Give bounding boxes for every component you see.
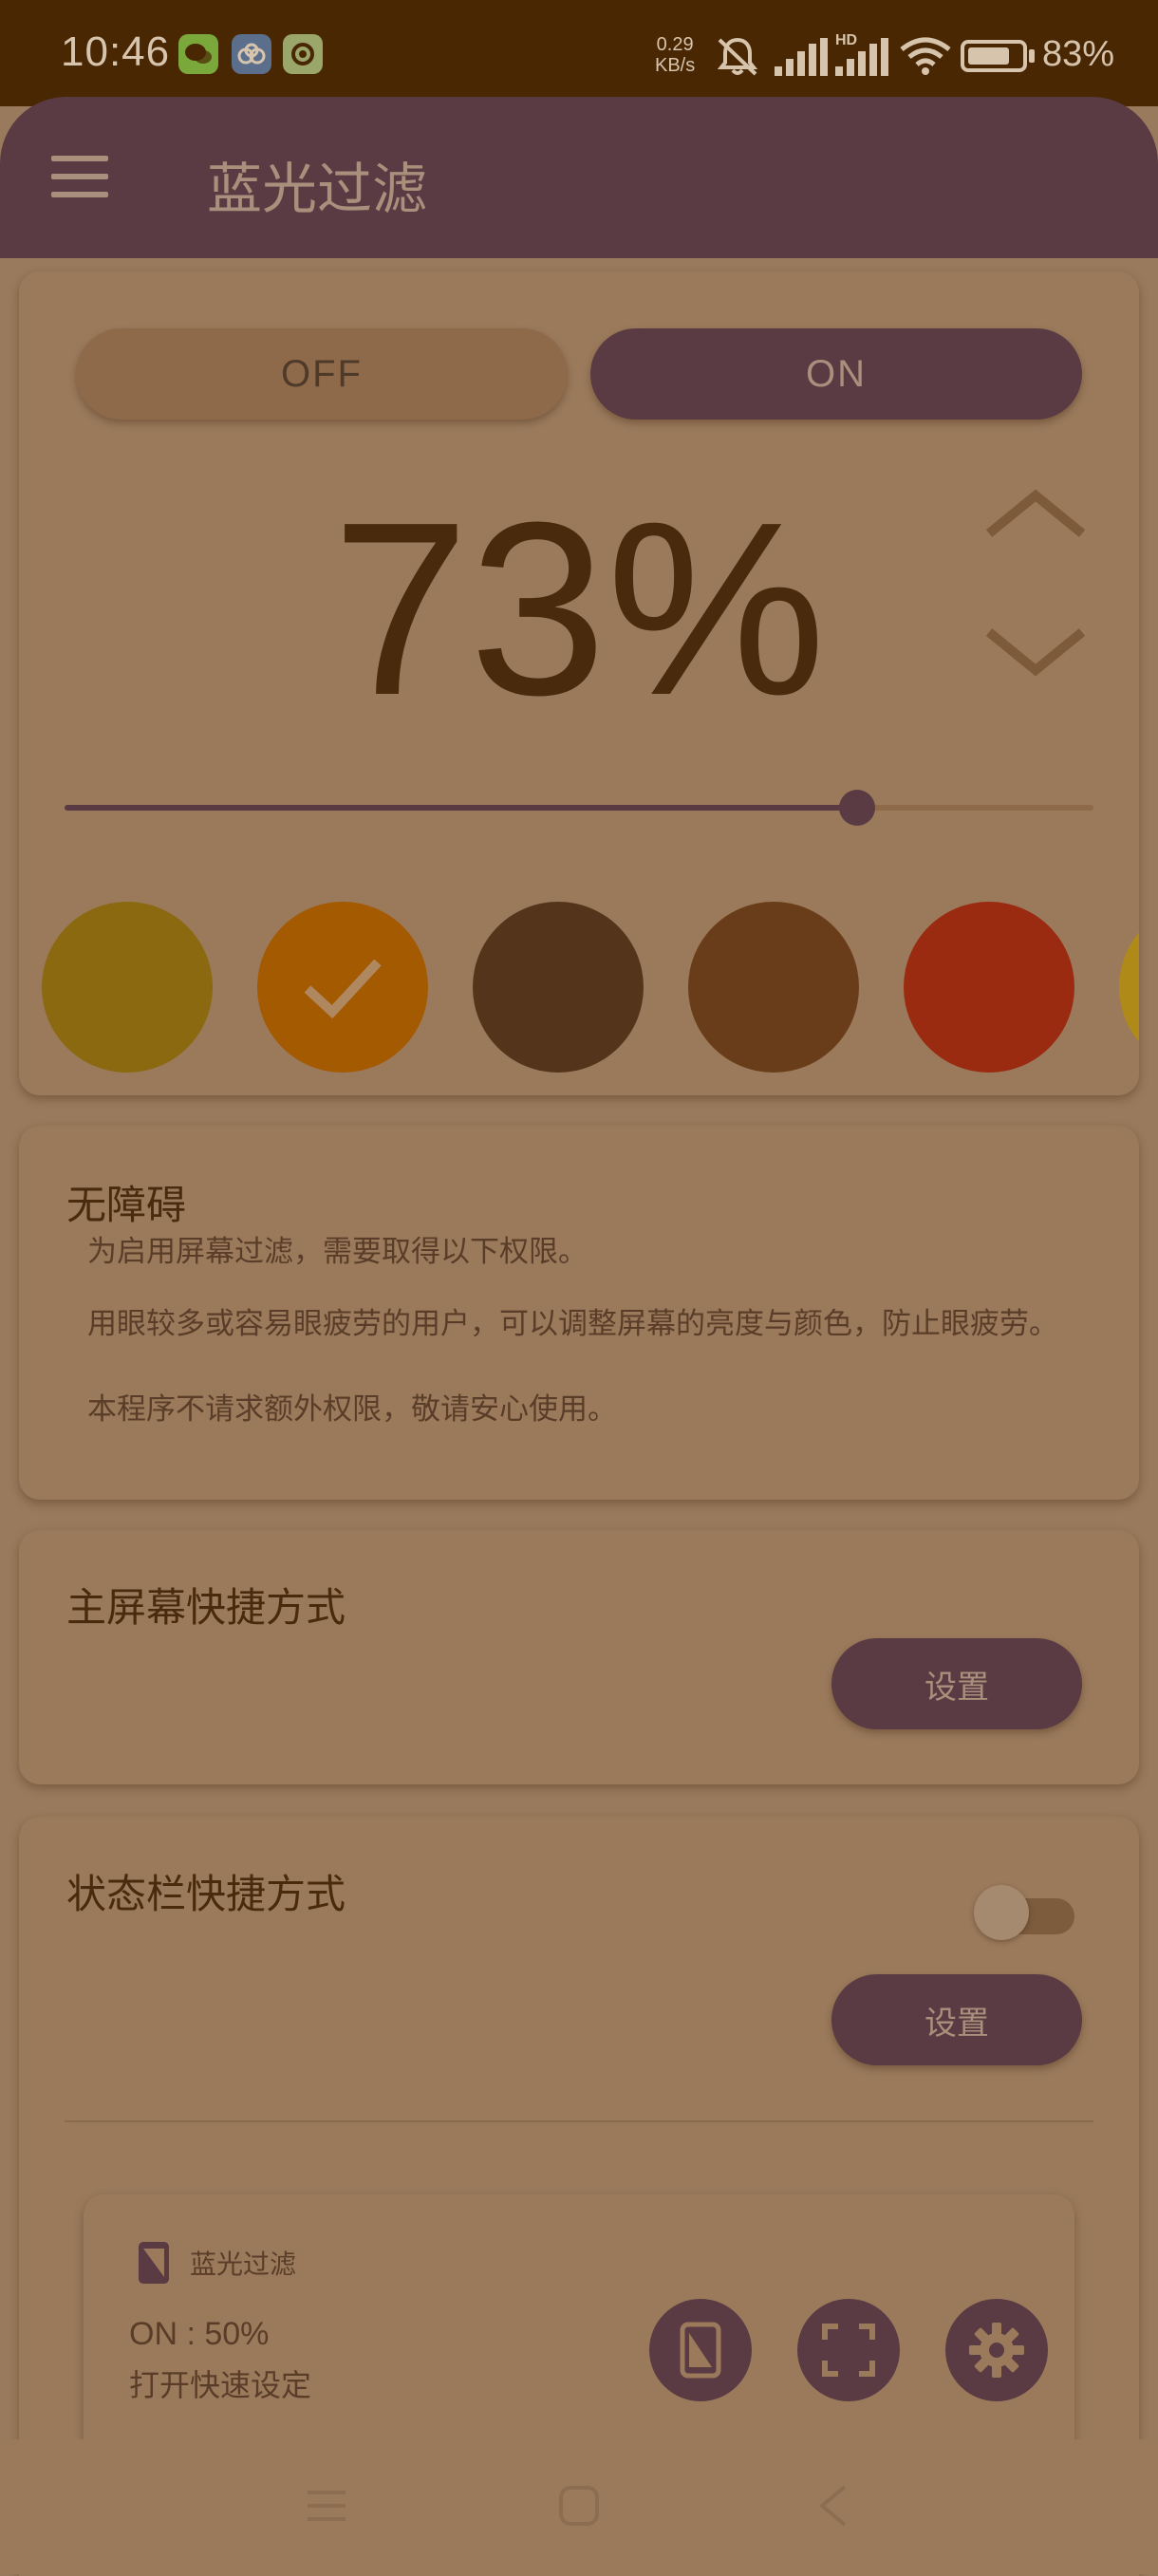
accessibility-line-2: 用眼较多或容易眼疲劳的用户，可以调整屏幕的亮度与颜色，防止眼疲劳。 (87, 1307, 1058, 1340)
off-button[interactable]: OFF (76, 328, 568, 420)
preview-hint: 打开快速设定 (129, 2368, 312, 2402)
chevron-down-icon[interactable] (980, 613, 1092, 689)
battery-icon (961, 40, 1027, 72)
navigation-bar (0, 2439, 1158, 2574)
color-swatch[interactable] (473, 902, 644, 1073)
mute-bell-icon (717, 37, 758, 76)
slider-thumb[interactable] (838, 790, 875, 826)
quark-icon (283, 34, 323, 74)
baidu-netdisk-icon (232, 34, 271, 74)
nav-back-button[interactable] (805, 2477, 862, 2534)
signal-icon (775, 38, 828, 76)
color-swatch[interactable] (688, 902, 859, 1073)
color-swatches (19, 902, 1139, 1073)
accessibility-line-3: 本程序不请求额外权限，敬请安心使用。 (87, 1392, 617, 1426)
filter-card: OFF ON 73% (19, 271, 1139, 1095)
home-shortcut-set-button[interactable]: 设置 (831, 1638, 1082, 1729)
accessibility-line-1: 为启用屏幕过滤，需要取得以下权限。 (87, 1235, 588, 1268)
status-bar: 10:46 0.29 KB/s HD 83% (0, 0, 1158, 106)
nav-home-icon (559, 2486, 599, 2526)
preview-fullscreen-button[interactable] (797, 2299, 900, 2401)
wifi-icon (900, 37, 951, 75)
status-shortcut-switch[interactable] (974, 1881, 1078, 1944)
menu-icon[interactable] (51, 156, 108, 197)
status-shortcut-title: 状态栏快捷方式 (66, 1872, 346, 1916)
nav-back-icon (818, 2485, 847, 2527)
gear-icon (969, 2323, 1024, 2378)
preview-app-name: 蓝光过滤 (190, 2249, 297, 2279)
switch-thumb (974, 1885, 1029, 1940)
intensity-percent: 73% (331, 472, 827, 747)
preview-status: ON : 50% (129, 2316, 270, 2352)
check-icon (304, 959, 382, 1019)
wechat-icon (178, 34, 218, 74)
color-swatch[interactable] (257, 902, 428, 1073)
nav-home-button[interactable] (551, 2477, 607, 2534)
slider-fill (65, 805, 857, 811)
divider (65, 2120, 1093, 2122)
intensity-slider[interactable] (65, 790, 1093, 826)
fullscreen-icon (822, 2324, 875, 2377)
home-shortcut-title: 主屏幕快捷方式 (66, 1585, 346, 1630)
color-swatch[interactable] (1119, 902, 1139, 1073)
phone-filter-icon (139, 2242, 169, 2284)
net-speed-value: 0.29 (656, 34, 694, 55)
preview-settings-button[interactable] (945, 2299, 1048, 2401)
battery-fill (968, 47, 1010, 65)
battery-text: 83% (1042, 34, 1115, 74)
on-button[interactable]: ON (590, 328, 1082, 420)
nav-menu-button[interactable] (298, 2477, 355, 2534)
accessibility-card[interactable]: 无障碍 为启用屏幕过滤，需要取得以下权限。 用眼较多或容易眼疲劳的用户，可以调整… (19, 1126, 1139, 1500)
battery-tip (1029, 49, 1035, 63)
page-title: 蓝光过滤 (207, 159, 428, 220)
nav-menu-icon (308, 2491, 346, 2521)
signal-hd-icon (835, 38, 888, 76)
status-shortcut-set-button[interactable]: 设置 (831, 1974, 1082, 2065)
net-speed-unit: KB/s (655, 55, 696, 76)
status-time: 10:46 (61, 28, 171, 75)
preview-filter-button[interactable] (649, 2299, 752, 2401)
accessibility-title: 无障碍 (66, 1183, 187, 1227)
home-shortcut-card: 主屏幕快捷方式 设置 (19, 1530, 1139, 1784)
color-swatch[interactable] (904, 902, 1074, 1073)
net-speed: 0.29 KB/s (655, 34, 695, 76)
chevron-up-icon[interactable] (980, 480, 1092, 556)
phone-filter-icon (680, 2322, 721, 2379)
color-swatch[interactable] (42, 902, 213, 1073)
app-bar: 蓝光过滤 (0, 97, 1158, 258)
